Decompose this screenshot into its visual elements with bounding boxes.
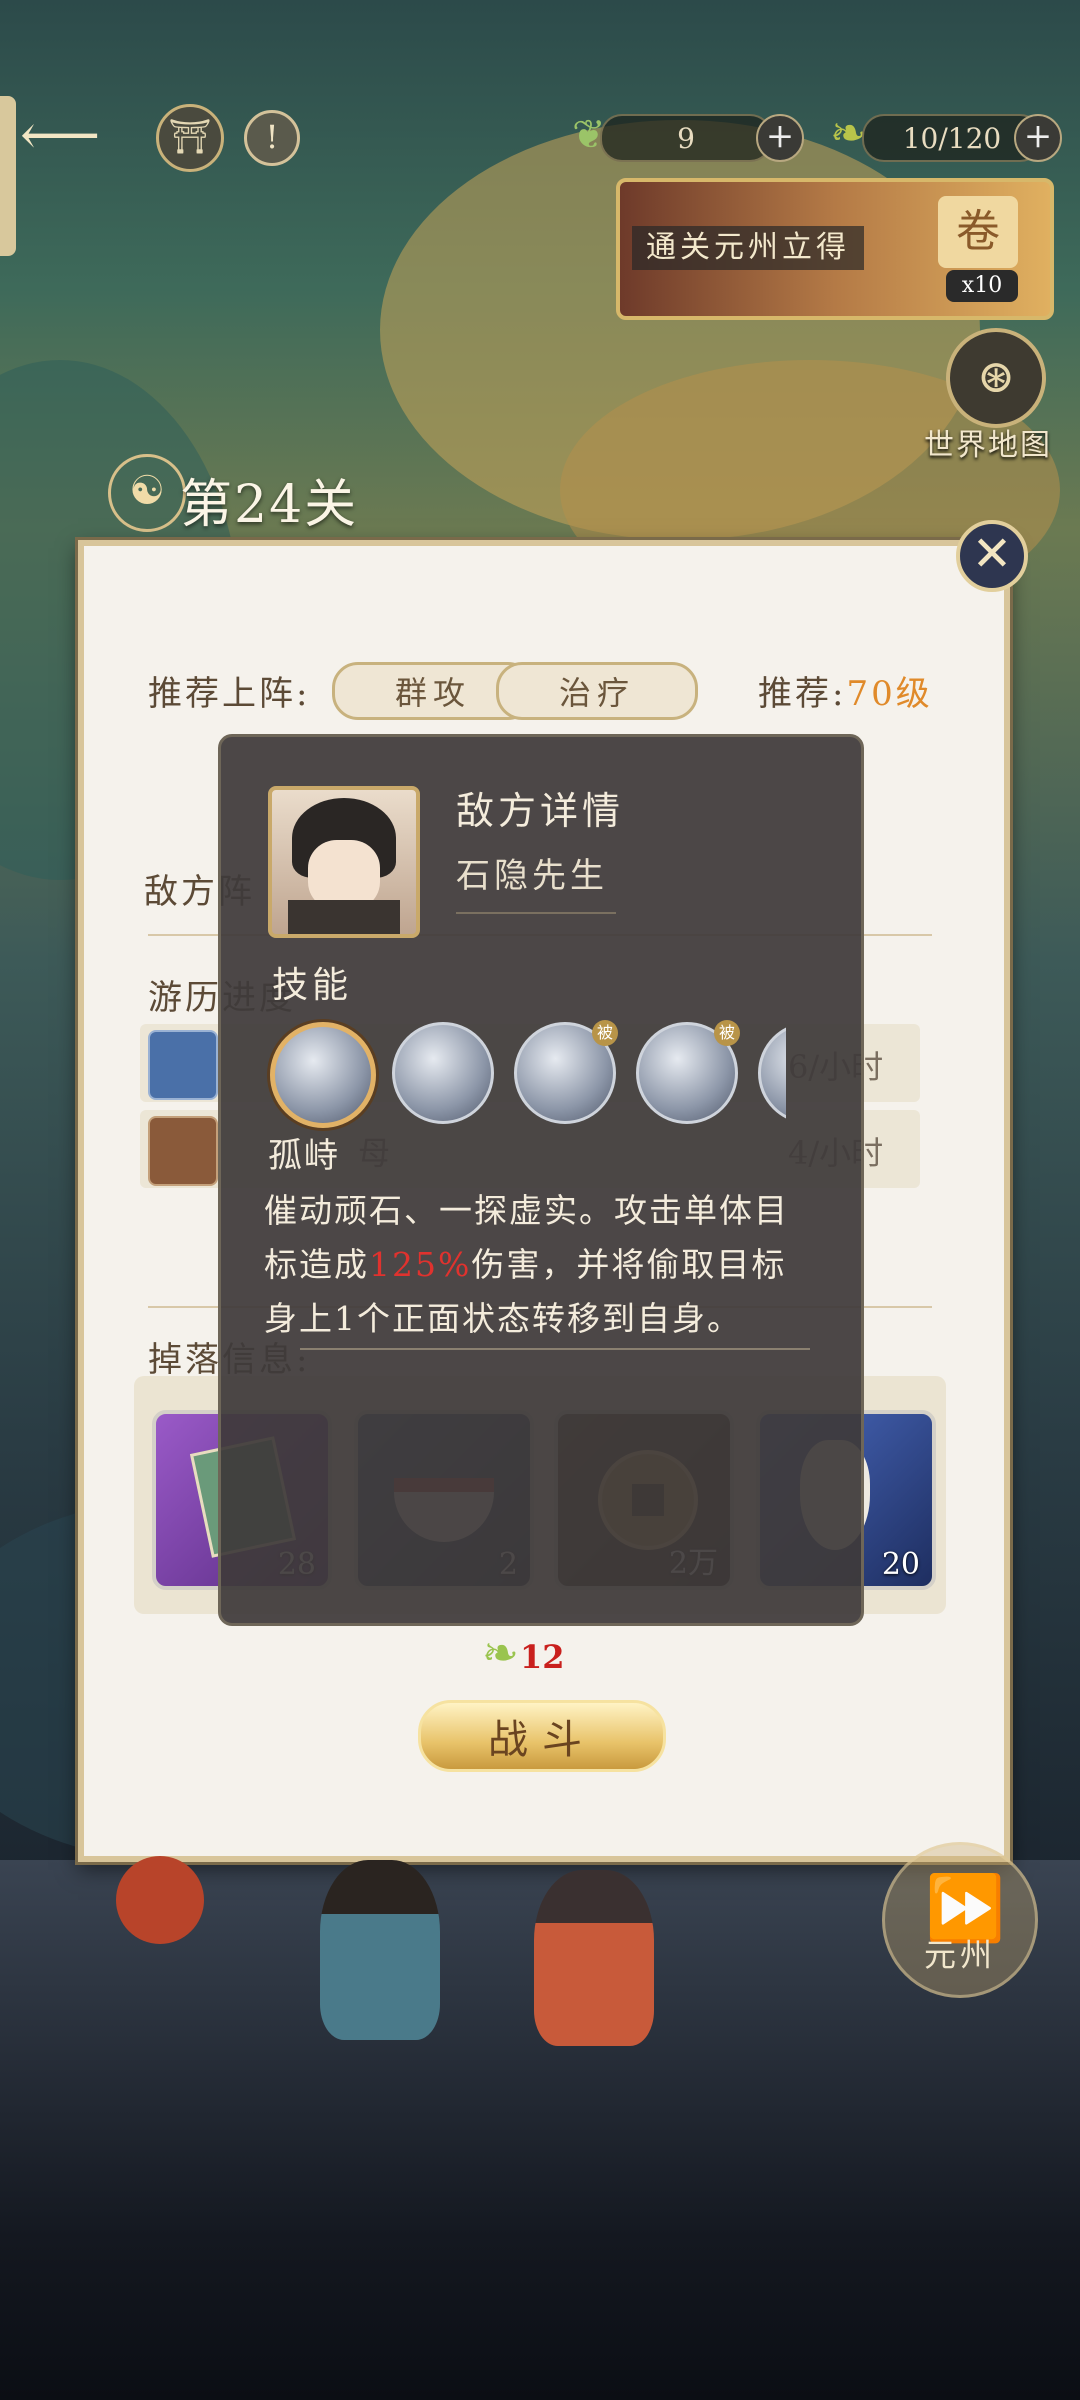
recommend-level-prefix: 推荐:: [758, 674, 847, 714]
add-stamina-button[interactable]: +: [756, 114, 804, 162]
stage-title: 第24关: [180, 475, 359, 535]
swirl-skill-icon[interactable]: [270, 1022, 376, 1128]
recommend-level-value: 70级: [846, 674, 933, 714]
enemy-detail-title: 敌方详情: [456, 789, 625, 833]
skill-strip-clip: [758, 1018, 786, 1122]
skill-description: 催动顽石、一探虚实。攻击单体目标造成125%伤害，并将偷取目标身上1个正面状态转…: [264, 1184, 804, 1346]
stamina-counter: 9: [600, 114, 772, 162]
partial-skill-icon[interactable]: [758, 1022, 786, 1122]
desc-highlight: 125%: [369, 1245, 472, 1284]
passive-badge-chain: 被: [592, 1020, 618, 1046]
enemy-name: 石隐先生: [456, 856, 608, 896]
recommend-level-label: 推荐:70级: [758, 666, 933, 715]
back-arrow-icon[interactable]: ⟵: [20, 108, 110, 164]
gate-icon[interactable]: ⛩: [156, 104, 224, 172]
heroine-character[interactable]: [534, 1870, 654, 2046]
progress-row-2-icon: [148, 1116, 218, 1186]
quest-reward-count: x10: [946, 270, 1018, 302]
recommend-label: 推荐上阵:: [148, 674, 311, 714]
battle-button[interactable]: 战斗: [418, 1700, 666, 1772]
passive-badge-shield: 被: [714, 1020, 740, 1046]
enemy-portrait: [268, 786, 420, 938]
skills-heading: 技能: [272, 965, 353, 1006]
side-tab[interactable]: [0, 96, 16, 256]
world-map-button[interactable]: ⊛: [946, 328, 1046, 428]
progress-row-1-icon: [148, 1030, 218, 1100]
quest-banner-text: 通关元州立得: [632, 226, 864, 270]
next-region-label: 元州: [924, 1936, 997, 1974]
info-icon[interactable]: !: [244, 110, 300, 166]
world-map-label: 世界地图: [924, 428, 1052, 463]
quest-banner[interactable]: 通关元州立得 卷 x10: [616, 178, 1054, 320]
add-leaf-button[interactable]: +: [1014, 114, 1062, 162]
spirit-skill-icon[interactable]: [392, 1022, 494, 1124]
stage-emblem-icon: ☯: [108, 454, 186, 532]
hero-character[interactable]: [320, 1860, 440, 2040]
tag-heal: 治疗: [496, 662, 698, 720]
drop-count-gourd: 20: [881, 1547, 920, 1582]
close-button[interactable]: ✕: [956, 520, 1028, 592]
selected-skill-name: 孤峙: [268, 1136, 340, 1176]
overlay-bottom-divider: [300, 1348, 810, 1350]
reward-scroll-icon: 卷: [938, 196, 1018, 268]
red-lantern-icon: [116, 1856, 204, 1944]
battle-cost: 12: [520, 1638, 565, 1676]
overlay-divider: [456, 912, 616, 914]
